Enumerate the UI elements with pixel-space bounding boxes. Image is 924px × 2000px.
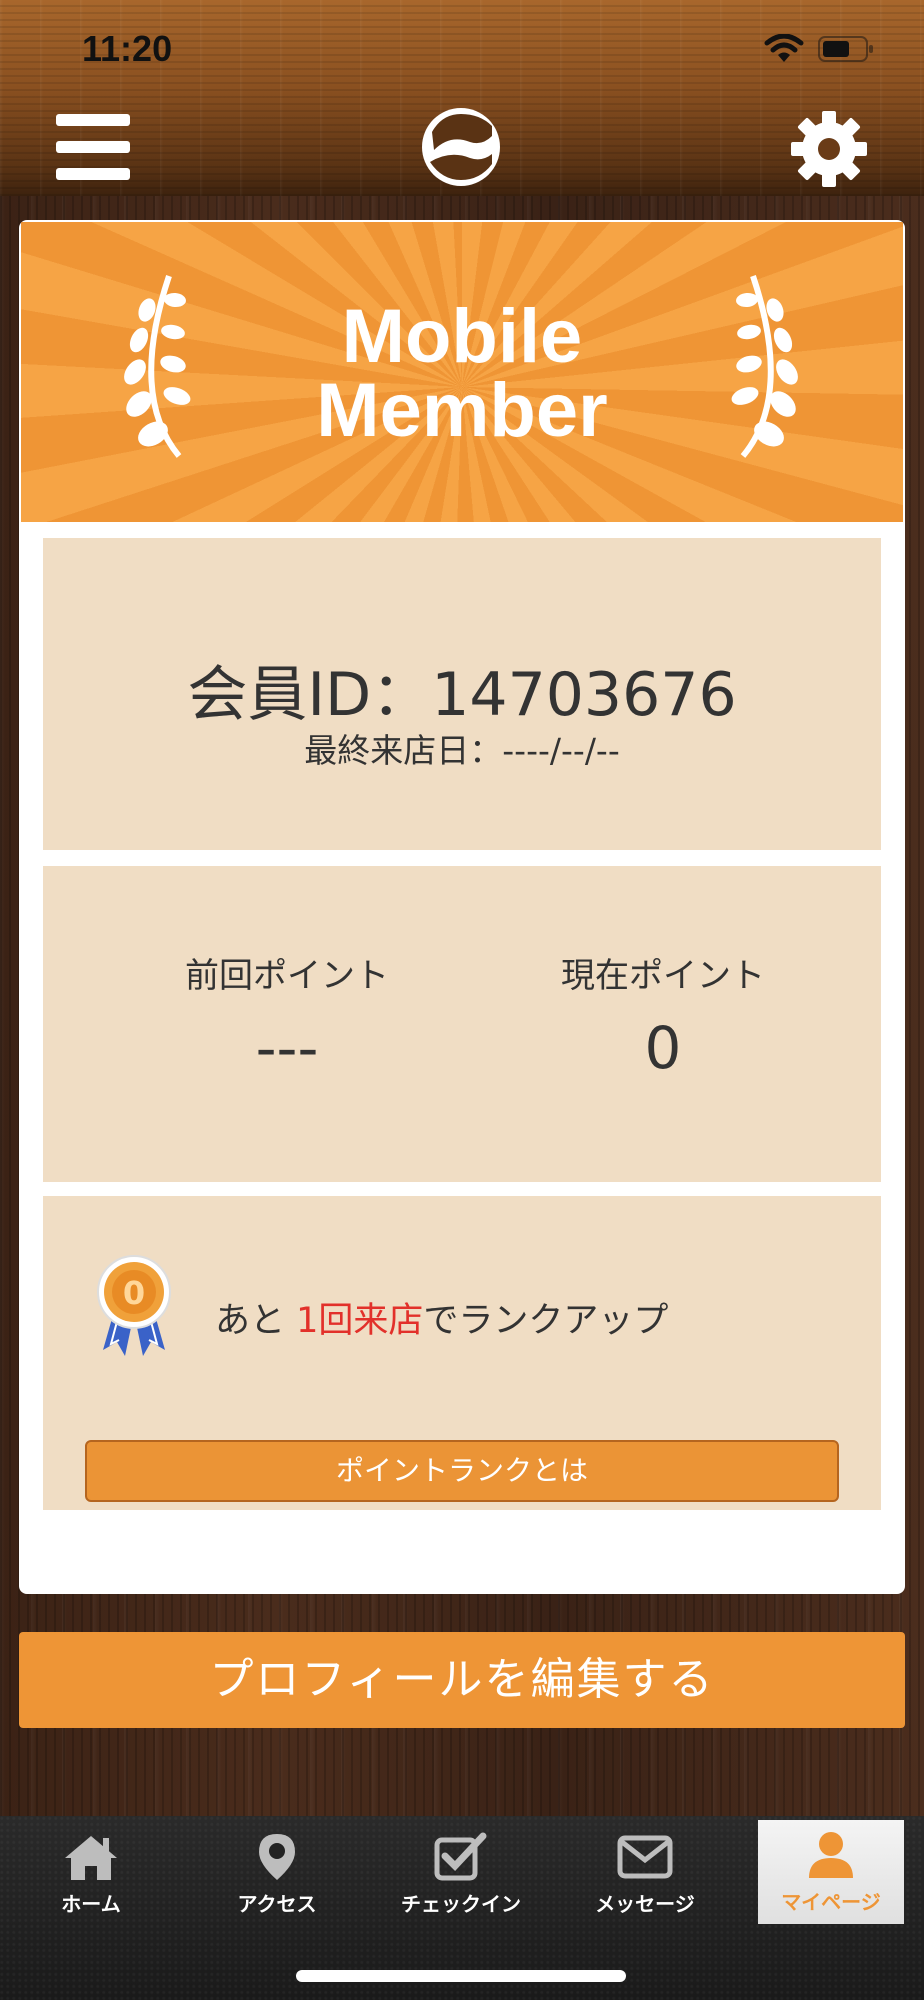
home-icon <box>65 1836 117 1880</box>
last-visit-date: 最終来店日：----/--/-- <box>304 731 620 770</box>
checkbox-check-icon <box>434 1832 487 1881</box>
laurel-right-icon <box>731 275 798 458</box>
tab-message-label: メッセージ <box>595 1892 695 1916</box>
member-id: 会員ID：14703676 <box>187 660 737 730</box>
member-card: Mobile Member 会員ID：14703676 最終来店日：----/-… <box>19 220 905 1594</box>
previous-points-label: 前回ポイント <box>185 956 389 996</box>
tab-message[interactable]: メッセージ <box>572 1822 718 1934</box>
envelope-icon <box>617 1835 673 1879</box>
svg-text:0: 0 <box>123 1274 145 1312</box>
tab-access[interactable]: アクセス <box>204 1822 350 1934</box>
member-id-panel: 会員ID：14703676 最終来店日：----/--/-- <box>43 538 881 850</box>
rank-up-highlight: 1回来店 <box>296 1301 424 1341</box>
points-panel: 前回ポイント --- 現在ポイント 0 <box>43 866 881 1182</box>
member-banner: Mobile Member <box>21 222 903 522</box>
rank-up-message: あと 1回来店でランクアップ <box>215 1301 669 1341</box>
tab-checkin-label: チェックイン <box>401 1892 521 1916</box>
bronze-medal-icon: 0 <box>97 1255 171 1356</box>
map-pin-icon <box>259 1834 295 1880</box>
previous-points-value: --- <box>255 1014 319 1082</box>
tab-home[interactable]: ホーム <box>18 1822 164 1934</box>
menu-button[interactable] <box>56 114 130 180</box>
battery-icon <box>818 36 873 62</box>
user-icon <box>809 1832 853 1878</box>
tab-mypage-label: マイページ <box>781 1890 881 1914</box>
tab-mypage[interactable]: マイページ <box>758 1820 904 1924</box>
wifi-icon <box>764 34 804 62</box>
point-rank-info-button[interactable]: ポイントランクとは <box>85 1440 839 1502</box>
hamburger-menu-icon <box>56 114 130 126</box>
rank-panel: 0 あと 1回来店でランクアップ ポイントランクとは <box>43 1196 881 1510</box>
gear-icon[interactable] <box>790 110 868 188</box>
tab-checkin[interactable]: チェックイン <box>388 1822 534 1934</box>
current-points-value: 0 <box>644 1014 682 1082</box>
edit-profile-button[interactable]: プロフィールを編集する <box>19 1632 905 1728</box>
status-time: 11:20 <box>82 28 173 69</box>
tab-access-label: アクセス <box>237 1892 317 1916</box>
current-points-label: 現在ポイント <box>561 956 765 996</box>
tab-home-label: ホーム <box>61 1892 121 1916</box>
app-header: 11:20 <box>0 0 924 196</box>
app-logo-icon <box>422 108 500 186</box>
home-indicator <box>296 1970 626 1982</box>
